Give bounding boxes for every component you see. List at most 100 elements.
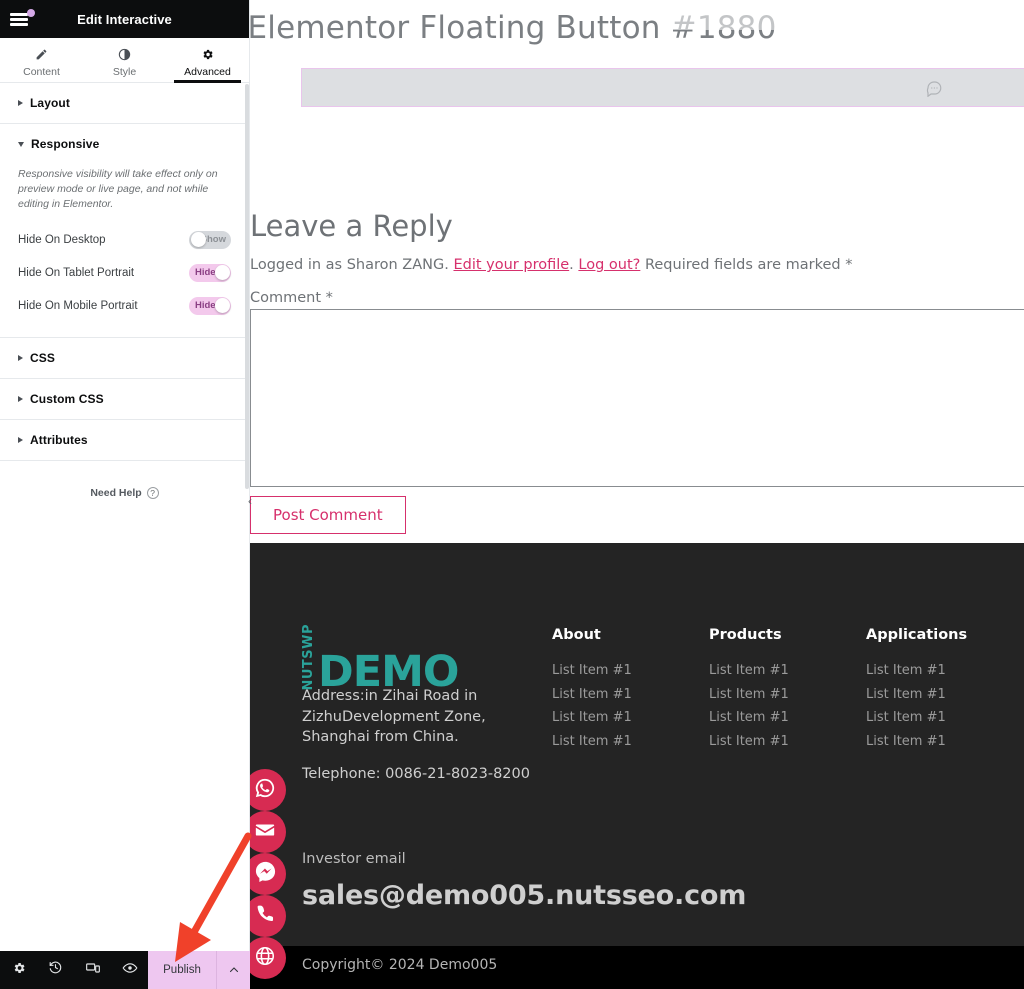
- footer-telephone: Telephone: 0086-21-8023-8200: [302, 766, 530, 782]
- question-mark-icon: ?: [146, 487, 159, 499]
- section-header: CSS: [18, 351, 231, 365]
- whatsapp-button[interactable]: [244, 769, 286, 811]
- footer-list-item[interactable]: List Item #1: [552, 734, 632, 749]
- toggle-state-label: Hide: [195, 266, 216, 278]
- phone-icon: [255, 903, 276, 929]
- section-header: Custom CSS: [18, 392, 231, 406]
- footer-list-item[interactable]: List Item #1: [552, 687, 632, 702]
- responsive-note: Responsive visibility will take effect o…: [18, 168, 218, 211]
- control-hide-on-tablet-portrait: Hide On Tablet Portrait Hide: [18, 258, 231, 288]
- elementor-editor-panel: Edit Interactive Content Style Advanced …: [0, 0, 252, 989]
- footer-list-item[interactable]: List Item #1: [709, 687, 789, 702]
- section-header: Layout: [18, 96, 231, 110]
- settings-gear-icon: [12, 961, 26, 980]
- responsive-mode-button[interactable]: [74, 951, 111, 989]
- footer-list-item[interactable]: List Item #1: [866, 687, 967, 702]
- section-custom-css[interactable]: Custom CSS: [0, 379, 249, 420]
- logged-in-notice: Logged in as Sharon ZANG. Edit your prof…: [250, 257, 852, 273]
- tab-label: Content: [23, 65, 60, 78]
- panel-bottom-toolbar: Publish: [0, 951, 250, 989]
- hide-on-desktop-toggle[interactable]: Show: [189, 230, 231, 249]
- log-out-link[interactable]: Log out?: [578, 257, 640, 273]
- section-label: Responsive: [31, 137, 100, 151]
- panel-collapse-button[interactable]: ‹: [242, 488, 258, 514]
- tab-advanced[interactable]: Advanced: [166, 38, 249, 83]
- title-render-artifact: [668, 12, 968, 30]
- required-fields-note: Required fields are marked *: [644, 257, 853, 273]
- globe-icon: [254, 945, 276, 972]
- hide-on-tablet-portrait-toggle[interactable]: Hide: [189, 263, 231, 282]
- footer-list-item[interactable]: List Item #1: [552, 710, 632, 725]
- notification-dot: [27, 9, 35, 17]
- section-header[interactable]: Responsive: [18, 137, 231, 151]
- sentence-period: .: [569, 257, 574, 273]
- control-hide-on-mobile-portrait: Hide On Mobile Portrait Hide: [18, 291, 231, 321]
- footer-list-item[interactable]: List Item #1: [709, 663, 789, 678]
- footer-list-item[interactable]: List Item #1: [866, 663, 967, 678]
- history-button[interactable]: [37, 951, 74, 989]
- hamburger-menu-icon[interactable]: [10, 9, 35, 29]
- toggle-knob: [190, 232, 206, 248]
- section-responsive: Responsive Responsive visibility will ta…: [0, 124, 249, 338]
- footer-logo: NUTSWP DEMO: [301, 623, 459, 693]
- footer-column-about: About List Item #1 List Item #1 List Ite…: [552, 627, 632, 757]
- copyright-bar: Copyright© 2024 Demo005: [250, 946, 1024, 989]
- publish-options-button[interactable]: [216, 951, 250, 989]
- preview-eye-icon: [122, 960, 138, 981]
- footer-list-item[interactable]: List Item #1: [866, 710, 967, 725]
- tab-style[interactable]: Style: [83, 38, 166, 82]
- section-attributes[interactable]: Attributes: [0, 420, 249, 461]
- pencil-icon: [35, 47, 48, 62]
- panel-header: Edit Interactive: [0, 0, 249, 38]
- chevron-right-icon: [18, 354, 23, 361]
- logged-in-text: Logged in as Sharon ZANG.: [250, 257, 449, 273]
- settings-button[interactable]: [0, 951, 37, 989]
- contrast-half-circle-icon: [118, 47, 131, 62]
- whatsapp-icon: [254, 777, 276, 804]
- logo-vertical-text: NUTSWP: [301, 624, 316, 691]
- website-button[interactable]: [244, 937, 286, 979]
- footer-column-applications: Applications List Item #1 List Item #1 L…: [866, 627, 967, 757]
- footer-column-heading: Products: [709, 627, 782, 643]
- section-layout[interactable]: Layout: [0, 83, 249, 124]
- floating-social-buttons: [244, 769, 286, 979]
- preview-button[interactable]: [111, 951, 148, 989]
- tab-label: Style: [112, 65, 137, 78]
- section-label: Attributes: [30, 432, 88, 447]
- panel-scrollbar[interactable]: [245, 84, 249, 489]
- comment-textarea[interactable]: [250, 309, 1024, 487]
- menu-bar: [10, 23, 28, 26]
- section-label: Custom CSS: [30, 391, 104, 406]
- hide-on-mobile-portrait-toggle[interactable]: Hide: [189, 296, 231, 315]
- chevron-right-icon: [18, 436, 23, 443]
- menu-bar: [10, 18, 28, 21]
- menu-bar: [10, 13, 28, 16]
- messenger-button[interactable]: [244, 853, 286, 895]
- investor-email-value[interactable]: sales@demo005.nutsseo.com: [302, 880, 746, 911]
- footer-list-item[interactable]: List Item #1: [709, 734, 789, 749]
- edit-profile-link[interactable]: Edit your profile: [453, 257, 569, 273]
- email-button[interactable]: [244, 811, 286, 853]
- need-help-link[interactable]: Need Help ?: [0, 487, 249, 499]
- toggle-knob: [214, 298, 230, 314]
- panel-title: Edit Interactive: [77, 11, 172, 27]
- footer-list-item[interactable]: List Item #1: [552, 663, 632, 678]
- footer-list-item[interactable]: List Item #1: [709, 710, 789, 725]
- history-icon: [48, 960, 63, 980]
- comment-count-bar[interactable]: [301, 68, 1024, 107]
- toggle-knob: [214, 265, 230, 281]
- tab-content[interactable]: Content: [0, 38, 83, 82]
- panel-tabs: Content Style Advanced: [0, 38, 249, 83]
- messenger-icon: [254, 860, 277, 888]
- section-header: Attributes: [18, 433, 231, 447]
- need-help-label: Need Help: [90, 487, 142, 499]
- publish-button[interactable]: Publish: [148, 951, 216, 989]
- post-comment-button[interactable]: Post Comment: [250, 496, 406, 534]
- gear-icon: [201, 47, 214, 62]
- phone-button[interactable]: [244, 895, 286, 937]
- footer-list-item[interactable]: List Item #1: [866, 734, 967, 749]
- copyright-text: Copyright© 2024 Demo005: [302, 957, 498, 973]
- comment-field-label: Comment *: [250, 290, 333, 306]
- footer-column-heading: About: [552, 627, 601, 643]
- section-css[interactable]: CSS: [0, 338, 249, 379]
